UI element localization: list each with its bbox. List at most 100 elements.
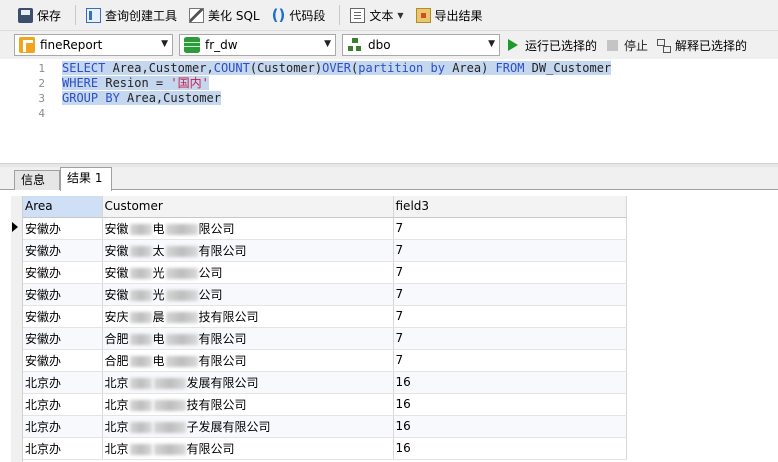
redaction-blur	[165, 311, 198, 323]
result-tabs: 信息 结果 1	[0, 167, 778, 191]
customer-text-end: 公司	[198, 265, 223, 280]
cell-area[interactable]: 安徽办	[23, 283, 103, 306]
text-label: 文本	[369, 8, 394, 23]
string-literal: '国内'	[170, 76, 209, 90]
results-grid: Area Customer field3 安徽办 安徽电限公司 7 安徽办 安徽太有限公…	[23, 196, 627, 460]
table-row[interactable]: 北京办 北京 有限公司 16	[23, 437, 627, 460]
keyword: SELECT	[62, 61, 106, 75]
table-row[interactable]: 北京办 北京 发展有限公司 16	[23, 371, 627, 394]
cell-customer[interactable]: 安徽 太 有限公司	[102, 239, 394, 262]
cell-area[interactable]: 安徽办	[23, 327, 103, 350]
cell-customer[interactable]: 安徽 光 公司	[102, 283, 394, 306]
cell-area[interactable]: 北京办	[23, 415, 103, 438]
table-row[interactable]: 安徽办 安徽 太 有限公司 7	[23, 239, 627, 262]
table-row[interactable]: 北京办 北京 技有限公司 16	[23, 393, 627, 416]
cell-field3[interactable]: 7	[393, 305, 627, 328]
cell-customer[interactable]: 合肥 电 有限公司	[102, 349, 394, 372]
table-row[interactable]: 安徽办 安徽 电 限公司 7	[23, 217, 627, 240]
redaction-blur	[129, 355, 152, 367]
redaction-blur	[165, 355, 198, 367]
code-text: Resion =	[98, 76, 171, 90]
beautify-sql-button[interactable]: 美化 SQL	[185, 4, 264, 26]
export-icon	[415, 7, 431, 23]
table-row[interactable]: 安徽办 合肥 电 有限公司 7	[23, 349, 627, 372]
redaction-blur	[165, 333, 198, 345]
cell-customer[interactable]: 安庆 晨 技有限公司	[102, 305, 394, 328]
query-builder-button[interactable]: 查询创建工具	[82, 4, 181, 26]
cell-field3[interactable]: 7	[393, 283, 627, 306]
table-row[interactable]: 北京办 北京 子发展有限公司 16	[23, 415, 627, 438]
cell-customer[interactable]: 合肥 电 有限公司	[102, 327, 394, 350]
customer-text-middle: 太	[152, 243, 165, 258]
cell-field3[interactable]: 16	[393, 415, 627, 438]
customer-text-start: 合肥	[104, 353, 129, 368]
schema-select[interactable]: dbo ▼	[342, 34, 500, 56]
cell-customer[interactable]: 安徽 电 限公司	[102, 217, 394, 240]
cell-field3[interactable]: 16	[393, 437, 627, 460]
code-area[interactable]: SELECT Area,Customer,COUNT(Customer)OVER…	[62, 61, 612, 121]
cell-area[interactable]: 北京办	[23, 393, 103, 416]
customer-text-end: 技有限公司	[198, 309, 259, 324]
cell-area[interactable]: 安徽办	[23, 349, 103, 372]
cell-customer[interactable]: 北京 有限公司	[102, 437, 394, 460]
database-icon	[184, 37, 200, 53]
database-select[interactable]: fr_dw ▼	[179, 34, 336, 56]
connection-value: fineReport	[40, 38, 103, 52]
customer-text-middle: 光	[152, 287, 165, 302]
cell-area[interactable]: 北京办	[23, 437, 103, 460]
customer-text-start: 合肥	[104, 331, 129, 346]
cell-field3[interactable]: 16	[393, 371, 627, 394]
redaction-blur	[165, 223, 198, 235]
sql-editor[interactable]: 1 2 3 4 SELECT Area,Customer,COUNT(Custo…	[0, 59, 778, 163]
tab-result-1[interactable]: 结果 1	[60, 167, 112, 191]
customer-text-start: 安徽	[104, 243, 129, 258]
connection-select[interactable]: fineReport ▼	[14, 34, 173, 56]
cell-area[interactable]: 北京办	[23, 371, 103, 394]
cell-area[interactable]: 安徽办	[23, 261, 103, 284]
table-row[interactable]: 安徽办 安徽 光 公司 7	[23, 283, 627, 306]
cell-field3[interactable]: 7	[393, 261, 627, 284]
customer-text-start: 北京	[104, 375, 129, 390]
cell-area[interactable]: 安徽办	[23, 239, 103, 262]
text-document-icon	[350, 7, 366, 23]
table-row[interactable]: 安徽办 安庆 晨 技有限公司 7	[23, 305, 627, 328]
column-header-field3[interactable]: field3	[393, 196, 627, 218]
code-text: Area,Customer	[119, 91, 221, 105]
save-button[interactable]: 保存	[14, 4, 65, 26]
column-header-customer[interactable]: Customer	[102, 196, 394, 218]
table-row[interactable]: 安徽办 合肥 电 有限公司 7	[23, 327, 627, 350]
cell-field3[interactable]: 7	[393, 349, 627, 372]
customer-text-end: 有限公司	[198, 243, 247, 258]
cell-customer[interactable]: 北京 子发展有限公司	[102, 415, 394, 438]
tab-info[interactable]: 信息	[14, 170, 60, 190]
customer-text-end: 技有限公司	[186, 397, 247, 412]
stop-label: 停止	[624, 38, 649, 53]
beautify-icon	[189, 7, 205, 23]
keyword: OVER	[322, 61, 352, 75]
cell-customer[interactable]: 北京 发展有限公司	[102, 371, 394, 394]
redaction-blur	[129, 399, 152, 411]
redaction-blur	[129, 377, 152, 389]
stop-button[interactable]: 停止	[607, 37, 648, 54]
text-button[interactable]: 文本 ▼	[346, 4, 407, 26]
column-header-area[interactable]: Area	[23, 196, 103, 218]
customer-text-middle: 晨	[152, 309, 165, 324]
cell-field3[interactable]: 16	[393, 393, 627, 416]
cell-field3[interactable]: 7	[393, 217, 627, 240]
table-row[interactable]: 安徽办 安徽 光 公司 7	[23, 261, 627, 284]
code-snippet-button[interactable]: () 代码段	[268, 4, 330, 26]
schema-icon	[347, 37, 363, 53]
cell-customer[interactable]: 北京 技有限公司	[102, 393, 394, 416]
export-results-button[interactable]: 导出结果	[412, 4, 487, 26]
cell-field3[interactable]: 7	[393, 327, 627, 350]
chevron-down-icon[interactable]: ▼	[397, 11, 403, 20]
stop-icon	[607, 39, 619, 51]
cell-area[interactable]: 安徽办	[23, 217, 103, 240]
cell-customer[interactable]: 安徽 光 公司	[102, 261, 394, 284]
run-selected-button[interactable]: 运行已选择的	[508, 37, 597, 54]
keyword: GROUP BY	[62, 91, 120, 105]
cell-field3[interactable]: 7	[393, 239, 627, 262]
explain-selected-button[interactable]: 解释已选择的	[656, 37, 747, 54]
export-label: 导出结果	[434, 8, 483, 23]
cell-area[interactable]: 安徽办	[23, 305, 103, 328]
